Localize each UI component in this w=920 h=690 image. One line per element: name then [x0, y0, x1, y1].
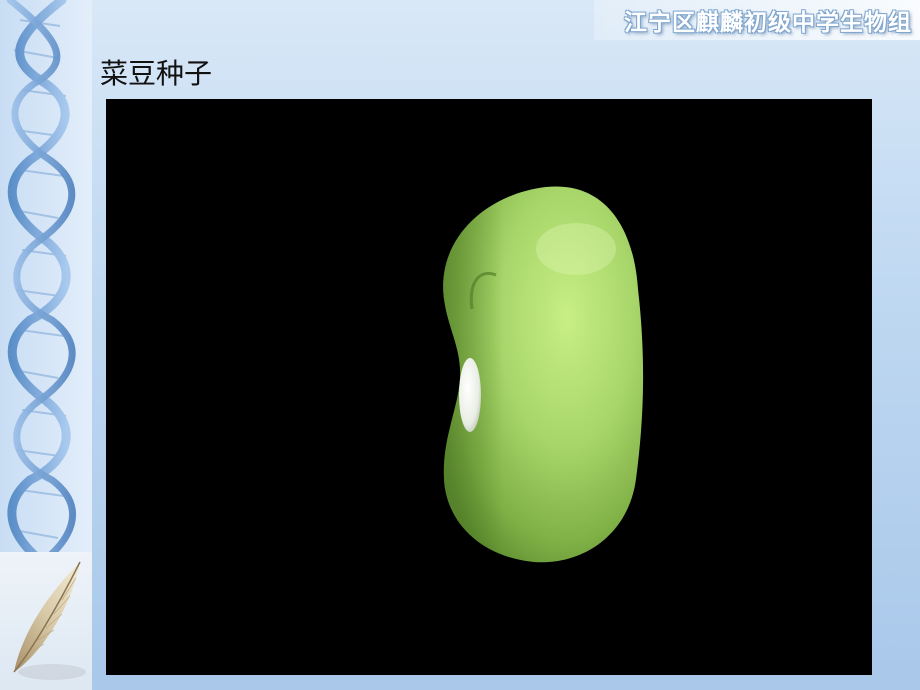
dna-helix-icon — [6, 0, 77, 560]
bean-image-frame — [106, 99, 872, 675]
bean-seed-image — [443, 186, 644, 563]
slide: 江宁区麒麟初级中学生物组 菜豆种子 — [0, 0, 920, 690]
slide-title: 菜豆种子 — [100, 57, 213, 90]
hilum — [459, 358, 481, 432]
banner-text: 江宁区麒麟初级中学生物组 — [624, 10, 912, 36]
feather-icon — [13, 561, 86, 680]
feather-panel — [0, 552, 92, 690]
header-banner: 江宁区麒麟初级中学生物组 — [594, 0, 920, 40]
left-decoration-band — [0, 0, 92, 690]
